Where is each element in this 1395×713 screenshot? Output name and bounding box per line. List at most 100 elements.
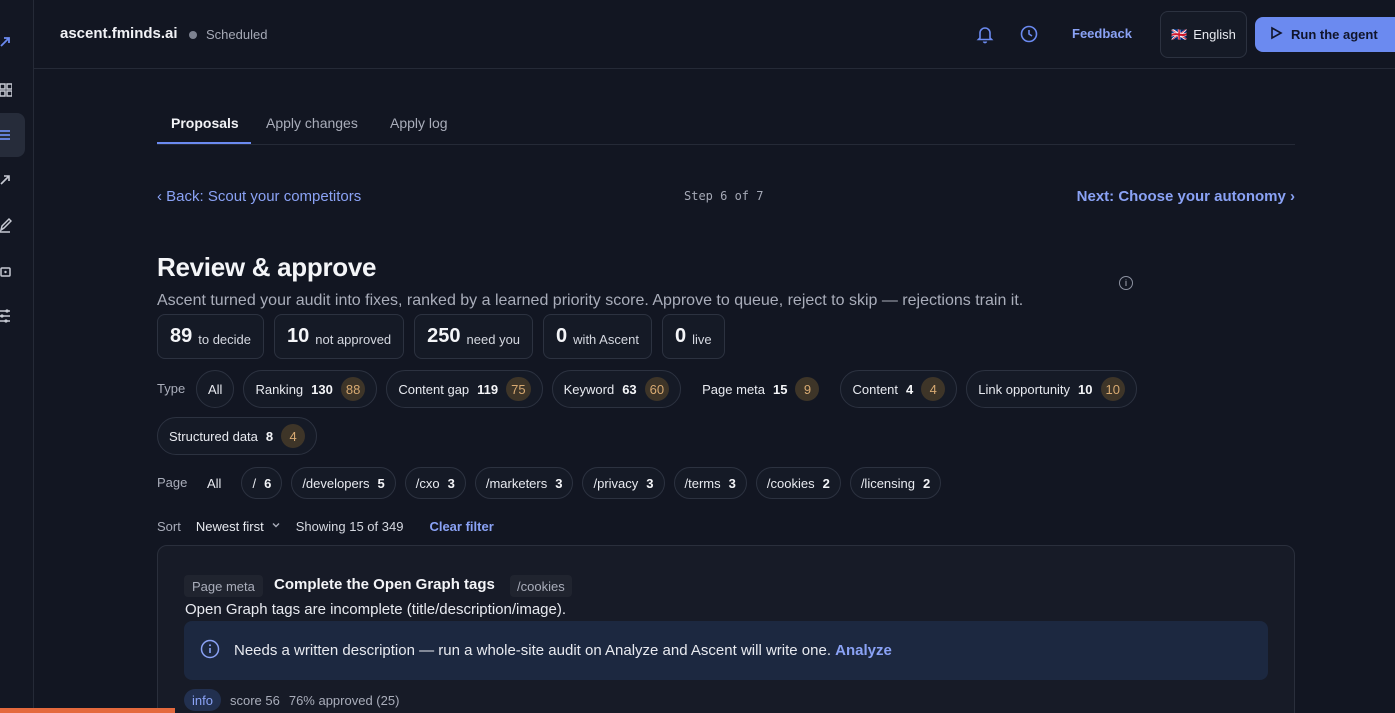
active-tab-indicator — [157, 142, 251, 144]
chip-label: /developers — [302, 475, 370, 491]
type-filter-all[interactable]: All — [196, 370, 235, 408]
chip-label: /marketers — [485, 475, 548, 491]
type-filter-label: Type — [157, 381, 186, 396]
notice-text: Needs a written description — run a whol… — [234, 642, 831, 659]
stat-live[interactable]: 0 live — [661, 314, 725, 359]
site-name[interactable]: ascent.fminds.ai — [60, 25, 178, 42]
approval-rate: 76% approved (25) — [288, 692, 400, 708]
chevron-down-icon[interactable] — [270, 519, 282, 534]
proposal-notice: Needs a written description — run a whol… — [184, 621, 1268, 680]
page-title: Review & approve — [157, 252, 377, 282]
page-filter-licensing[interactable]: /licensing 2 — [849, 467, 942, 499]
run-agent-button[interactable]: Run the agent — [1255, 17, 1395, 52]
chip-count: 3 — [646, 475, 654, 491]
type-filter-content-gap[interactable]: Content gap 119 75 — [386, 370, 543, 408]
left-rail — [0, 0, 34, 713]
page-filter-privacy[interactable]: /privacy 3 — [582, 467, 665, 499]
clear-filter-link[interactable]: Clear filter — [429, 519, 493, 534]
chip-label: All — [207, 475, 222, 491]
stat-with-ascent[interactable]: 0 with Ascent — [543, 314, 652, 359]
chip-count: 10 — [1078, 381, 1093, 397]
chip-count: 8 — [265, 428, 274, 444]
chip-label: All — [208, 381, 223, 397]
chip-label: /cookies — [766, 475, 815, 491]
sliders-icon[interactable] — [0, 305, 16, 327]
next-link[interactable]: Next: Choose your autonomy › — [1077, 188, 1295, 205]
chip-label: Page meta — [702, 381, 766, 397]
status-dot — [189, 31, 197, 39]
stat-not-approved[interactable]: 10 not approved — [274, 314, 405, 359]
chip-count: 130 — [311, 381, 333, 397]
type-filter-content[interactable]: Content 4 4 — [840, 370, 958, 408]
page-filter-developers[interactable]: /developers 5 — [291, 467, 396, 499]
pending-badge: 10 — [1100, 377, 1125, 401]
page-filter-terms[interactable]: /terms 3 — [673, 467, 747, 499]
pending-badge: 60 — [644, 377, 670, 401]
tab-apply-log[interactable]: Apply log — [390, 115, 448, 131]
chip-label: Ranking — [255, 381, 304, 397]
severity-badge: info — [184, 689, 221, 711]
type-filter-page-meta[interactable]: Page meta 15 9 — [690, 370, 831, 408]
stat-to-decide[interactable]: 89 to decide — [157, 314, 265, 359]
proposal-type-tag: Page meta — [184, 575, 263, 597]
pending-badge: 75 — [506, 377, 531, 401]
type-filter-row-2: Structured data 8 4 — [157, 417, 318, 455]
type-filter-keyword[interactable]: Keyword 63 60 — [551, 370, 682, 408]
language-selector[interactable]: 🇬🇧 English — [1160, 11, 1247, 58]
feedback-link[interactable]: Feedback — [1072, 26, 1132, 41]
chip-count: 119 — [477, 381, 499, 397]
chip-label: Structured data — [169, 428, 258, 444]
pending-badge: 9 — [795, 377, 820, 401]
page-filter-marketers[interactable]: /marketers 3 — [474, 467, 574, 499]
pending-badge: 4 — [921, 377, 946, 401]
stat-label: live — [692, 331, 712, 347]
sort-label: Sort — [157, 519, 181, 534]
stat-label: to decide — [198, 331, 252, 347]
stat-need-you[interactable]: 250 need you — [414, 314, 534, 359]
chip-count: 63 — [622, 381, 637, 397]
chip-count: 2 — [822, 475, 830, 491]
chip-label: /cxo — [415, 475, 440, 491]
top-bar: ascent.fminds.ai Scheduled Feedback 🇬🇧 E… — [34, 0, 1395, 69]
chip-label: Content gap — [398, 381, 470, 397]
stat-value: 0 — [674, 325, 687, 347]
plug-icon[interactable] — [0, 261, 16, 283]
sort-select[interactable]: Newest first — [196, 519, 264, 534]
proposal-score: score 56 — [229, 692, 280, 708]
page-filter-cookies[interactable]: /cookies 2 — [755, 467, 841, 499]
notice-text-wrapper: Needs a written description — run a whol… — [234, 642, 892, 659]
result-count: Showing 15 of 349 — [295, 519, 404, 534]
step-indicator: Step 6 of 7 — [684, 189, 764, 203]
chip-count: 2 — [923, 475, 931, 491]
uk-flag-icon: 🇬🇧 — [1171, 26, 1188, 42]
tab-proposals[interactable]: Proposals — [171, 115, 239, 131]
proposal-card[interactable]: Page meta Complete the Open Graph tags /… — [157, 545, 1295, 713]
type-filter-link-opportunity[interactable]: Link opportunity 10 10 — [966, 370, 1137, 408]
tab-apply-changes[interactable]: Apply changes — [266, 115, 358, 131]
page-filter-root[interactable]: /6 — [241, 467, 283, 499]
chip-count: 3 — [555, 475, 563, 491]
app-root: ascent.fminds.ai Scheduled Feedback 🇬🇧 E… — [0, 0, 1395, 713]
info-icon[interactable]: i — [1119, 276, 1133, 290]
page-filter-label: Page — [157, 475, 188, 490]
arrow-up-right-icon[interactable] — [0, 31, 16, 53]
pen-icon[interactable] — [0, 214, 16, 236]
type-filter-row: All Ranking 130 88 Content gap 119 75 Keywor… — [196, 370, 1137, 408]
type-filter-ranking[interactable]: Ranking 130 88 — [243, 370, 378, 408]
chip-label: Link opportunity — [978, 381, 1071, 397]
type-filter-structured-data[interactable]: Structured data 8 4 — [157, 417, 318, 455]
trend-arrow-icon[interactable] — [0, 169, 16, 191]
analyze-link[interactable]: Analyze — [835, 642, 892, 659]
list-icon[interactable] — [0, 124, 16, 146]
clock-icon[interactable] — [1019, 24, 1039, 49]
back-link[interactable]: ‹ Back: Scout your competitors — [157, 188, 361, 205]
page-filter-row: All /6 /developers 5 /cxo 3 /marketers 3 /p… — [196, 467, 942, 499]
page-filter-cxo[interactable]: /cxo 3 — [404, 467, 466, 499]
proposal-meta: info score 56 76% approved (25) — [184, 689, 399, 711]
chip-label: Keyword — [563, 381, 615, 397]
grid-icon[interactable] — [0, 79, 16, 101]
bell-icon[interactable] — [976, 24, 994, 49]
chip-label: Content — [852, 381, 899, 397]
page-filter-all[interactable]: All — [196, 467, 232, 499]
chip-count: 3 — [447, 475, 455, 491]
